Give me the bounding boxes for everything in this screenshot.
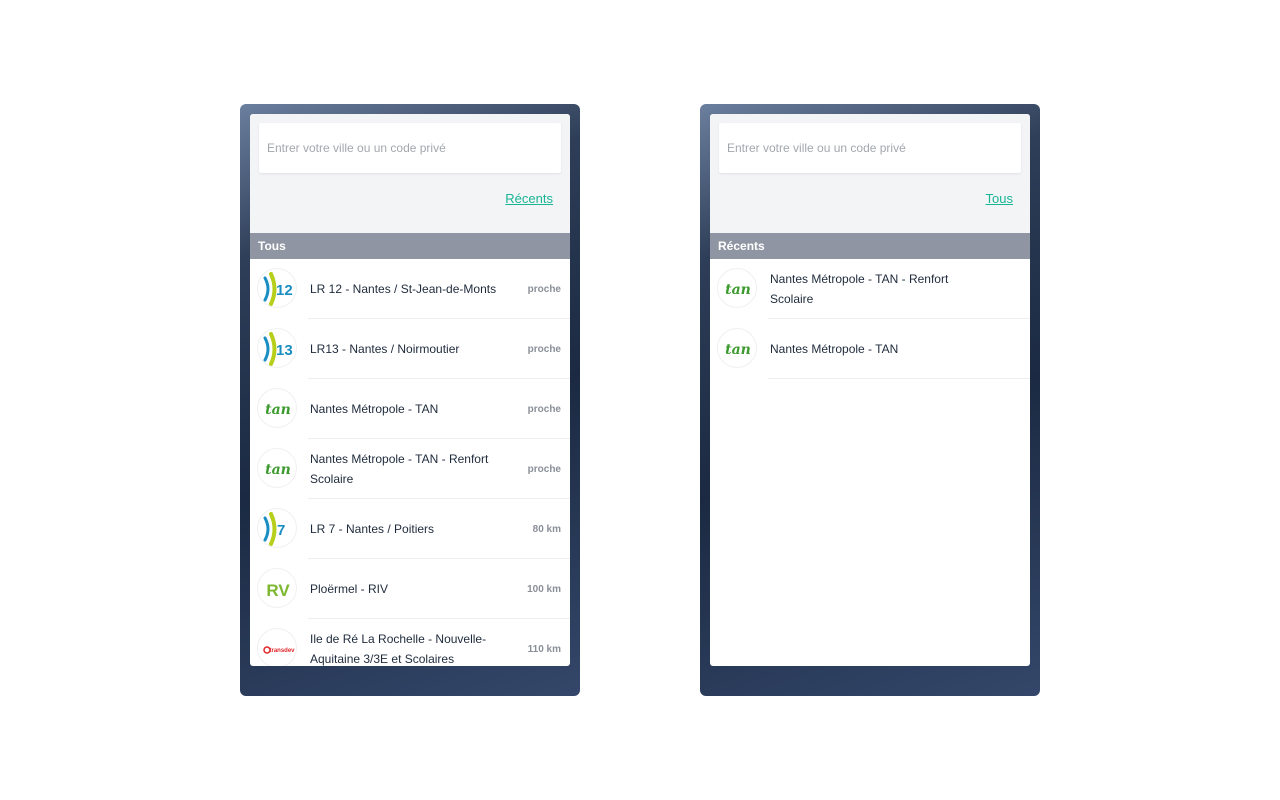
search-area: Entrer votre ville ou un code privé Tous xyxy=(710,114,1030,233)
recent-row-tan[interactable]: tan Nantes Métropole - TAN xyxy=(710,319,1030,379)
recents-link[interactable]: Récents xyxy=(505,191,553,206)
tan-logo: tan xyxy=(717,268,757,308)
search-area: Entrer votre ville ou un code privé Réce… xyxy=(250,114,570,233)
network-name: Ploërmel - RIV xyxy=(310,582,389,596)
recent-row-tan-scolaire[interactable]: tan Nantes Métropole - TAN - Renfort Sco… xyxy=(710,259,1030,319)
search-placeholder: Entrer votre ville ou un code privé xyxy=(727,141,906,155)
network-name: Nantes Métropole - TAN xyxy=(770,342,899,356)
phone-frame-all: Entrer votre ville ou un code privé Réce… xyxy=(240,104,580,696)
lr7-logo: 7 xyxy=(257,508,297,548)
network-name: LR13 - Nantes / Noirmoutier xyxy=(310,342,460,356)
network-distance: proche xyxy=(527,463,561,475)
tan-logo-text: tan xyxy=(725,282,751,298)
recent-network-list: tan Nantes Métropole - TAN - Renfort Sco… xyxy=(710,259,1030,379)
tan-logo: tan xyxy=(257,388,297,428)
network-row-tan-scolaire[interactable]: tan Nantes Métropole - TAN - Renfort Sco… xyxy=(250,439,570,499)
tan-logo-text: tan xyxy=(265,462,291,478)
network-row-riv[interactable]: RV Ploërmel - RIV 100 km xyxy=(250,559,570,619)
section-header-recents: Récents xyxy=(710,233,1030,259)
lr12-logo: 12 xyxy=(257,268,297,308)
screen-recent-networks: Entrer votre ville ou un code privé Tous… xyxy=(710,114,1030,666)
network-name: LR 7 - Nantes / Poitiers xyxy=(310,522,435,536)
network-row-lr7[interactable]: 7 LR 7 - Nantes / Poitiers 80 km xyxy=(250,499,570,559)
search-input[interactable]: Entrer votre ville ou un code privé xyxy=(259,123,561,173)
network-list: 12 LR 12 - Nantes / St-Jean-de-Monts pro… xyxy=(250,259,570,666)
tan-logo-text: tan xyxy=(265,402,291,418)
network-name: Nantes Métropole - TAN xyxy=(310,402,439,416)
network-name: Nantes Métropole - TAN - Renfort Scolair… xyxy=(770,272,949,306)
search-input[interactable]: Entrer votre ville ou un code privé xyxy=(719,123,1021,173)
network-distance: 100 km xyxy=(527,583,561,595)
screen-all-networks: Entrer votre ville ou un code privé Réce… xyxy=(250,114,570,666)
tan-logo: tan xyxy=(717,328,757,368)
network-row-lr12[interactable]: 12 LR 12 - Nantes / St-Jean-de-Monts pro… xyxy=(250,259,570,319)
network-row-lr13[interactable]: 13 LR13 - Nantes / Noirmoutier proche xyxy=(250,319,570,379)
search-placeholder: Entrer votre ville ou un code privé xyxy=(267,141,446,155)
network-row-ile-de-re[interactable]: transdev Ile de Ré La Rochelle - Nouvell… xyxy=(250,619,570,666)
network-row-tan[interactable]: tan Nantes Métropole - TAN proche xyxy=(250,379,570,439)
network-distance: proche xyxy=(527,343,561,355)
network-distance: proche xyxy=(527,283,561,295)
tan-logo-text: tan xyxy=(725,342,751,358)
transdev-logo: transdev xyxy=(257,628,297,666)
tan-logo: tan xyxy=(257,448,297,488)
network-name: Nantes Métropole - TAN - Renfort Scolair… xyxy=(310,452,489,486)
all-link[interactable]: Tous xyxy=(986,191,1013,206)
riv-logo-text: RV xyxy=(266,581,290,600)
transdev-logo-text: transdev xyxy=(269,648,295,654)
network-distance: 80 km xyxy=(532,523,561,535)
lr13-logo: 13 xyxy=(257,328,297,368)
riv-logo: RV xyxy=(257,568,297,608)
network-name: LR 12 - Nantes / St-Jean-de-Monts xyxy=(310,282,497,296)
network-name: Ile de Ré La Rochelle - Nouvelle-Aquitai… xyxy=(310,632,487,666)
lr13-logo-text: 13 xyxy=(276,342,293,359)
section-header-all: Tous xyxy=(250,233,570,259)
lr12-logo-text: 12 xyxy=(276,282,293,299)
lr7-logo-text: 7 xyxy=(277,522,285,539)
network-distance: 110 km xyxy=(527,643,561,655)
phone-frame-recents: Entrer votre ville ou un code privé Tous… xyxy=(700,104,1040,696)
network-distance: proche xyxy=(527,403,561,415)
